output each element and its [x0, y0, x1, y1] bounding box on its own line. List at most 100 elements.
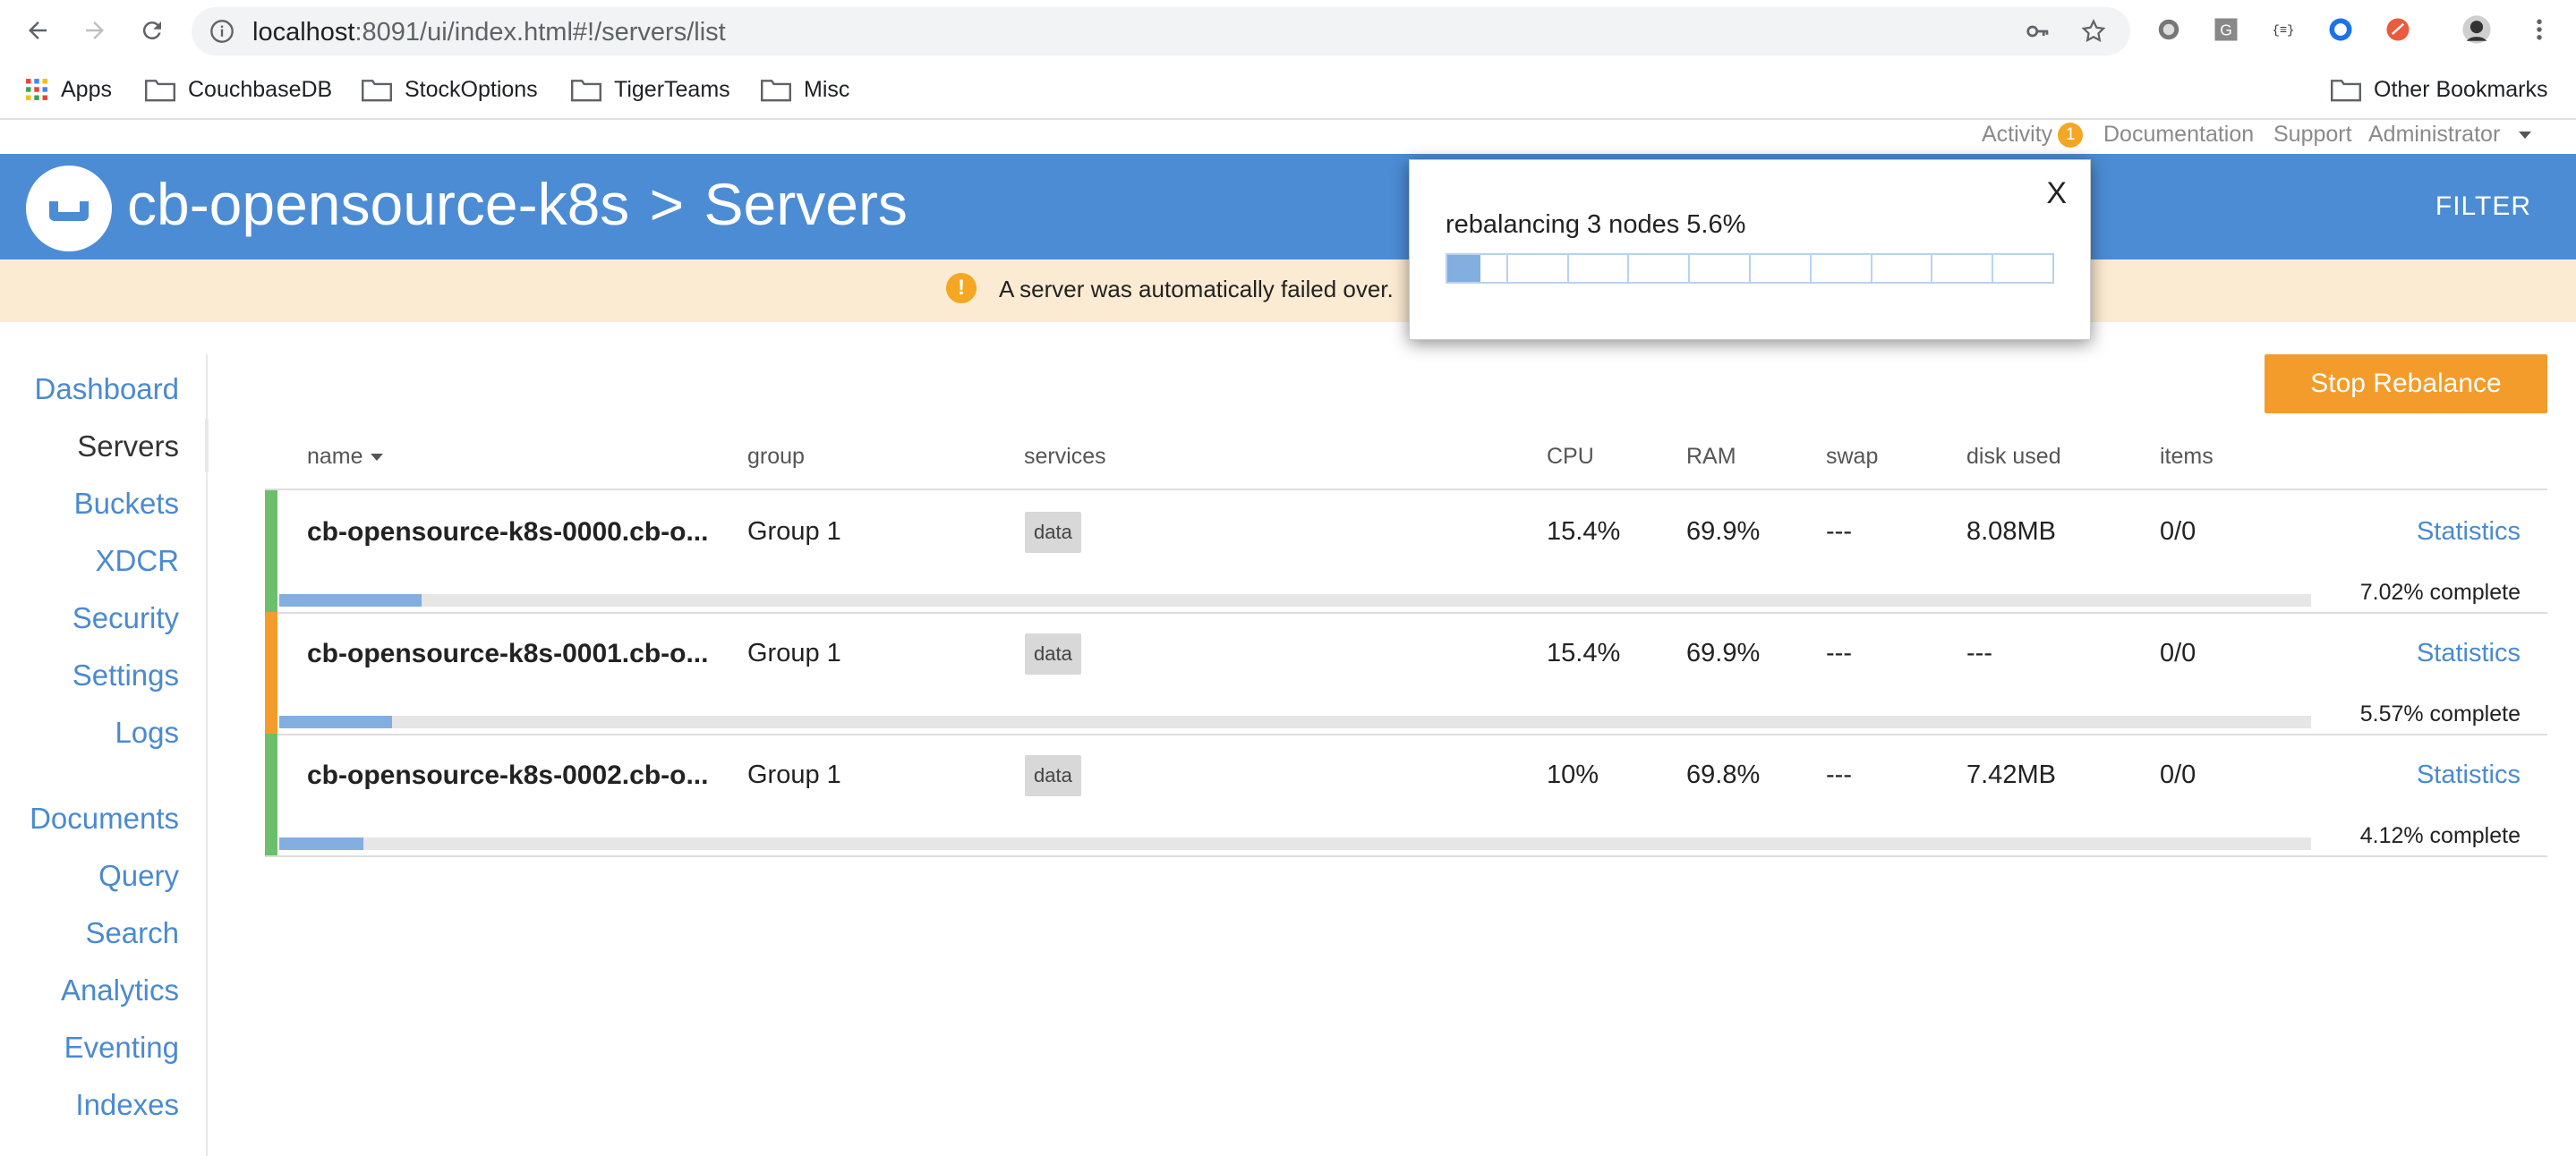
node-status-indicator — [265, 490, 277, 612]
warning-icon: ! — [946, 273, 977, 303]
star-bookmark-icon[interactable] — [2080, 18, 2107, 45]
server-cpu: 15.4% — [1547, 517, 1621, 546]
sidebar-item-logs[interactable]: Logs — [115, 716, 179, 750]
documentation-label: Documentation — [2103, 122, 2255, 147]
progress-segment — [1629, 255, 1691, 282]
sidebar-item-buckets[interactable]: Buckets — [74, 487, 179, 521]
admin-menu[interactable]: Administrator — [2368, 122, 2532, 154]
server-items: 0/0 — [2160, 517, 2196, 546]
couchbase-logo[interactable] — [26, 166, 112, 251]
bookmark-tigerteams[interactable]: TigerTeams — [571, 73, 730, 106]
column-header-ram[interactable]: RAM — [1686, 444, 1736, 470]
cluster-name[interactable]: cb-opensource-k8s — [127, 171, 629, 237]
activity-link[interactable]: Activity 1 — [1982, 122, 2084, 154]
sidebar-item-xdcr[interactable]: XDCR — [95, 544, 179, 578]
column-header-services[interactable]: services — [1024, 444, 1106, 470]
server-items: 0/0 — [2160, 761, 2196, 789]
server-row[interactable]: cb-opensource-k8s-0001.cb-o... Group 1 d… — [265, 612, 2547, 735]
bookmark-label: Apps — [61, 76, 112, 102]
bookmark-apps[interactable]: Apps — [25, 73, 112, 106]
browser-toolbar: localhost:8091/ui/index.html#!/servers/l… — [0, 0, 2576, 61]
sidebar-item-documents[interactable]: Documents — [30, 802, 179, 836]
statistics-link[interactable]: Statistics — [2417, 639, 2521, 668]
stop-rebalance-button[interactable]: Stop Rebalance — [2265, 354, 2547, 413]
browser-menu-icon[interactable] — [2524, 14, 2555, 45]
column-header-items[interactable]: items — [2160, 444, 2213, 470]
json-extension-icon[interactable]: {≡} — [2268, 14, 2299, 45]
blue-circle-extension-icon[interactable] — [2325, 14, 2356, 45]
red-extension-icon[interactable] — [2383, 14, 2413, 45]
rebalance-progress-bar — [279, 594, 2311, 607]
sidebar: Dashboard Servers Buckets XDCR Security … — [0, 354, 209, 1156]
sidebar-item-indexes[interactable]: Indexes — [75, 1088, 179, 1122]
other-bookmarks[interactable]: Other Bookmarks — [2331, 73, 2548, 106]
folder-icon — [571, 80, 601, 102]
statistics-link[interactable]: Statistics — [2417, 761, 2521, 790]
progress-segment — [1993, 255, 2052, 282]
alert-text: A server was automatically failed over. — [999, 276, 1394, 302]
site-info-icon[interactable] — [209, 19, 235, 44]
rebalance-progress-fill — [279, 594, 422, 607]
rebalance-progress-fill — [279, 837, 363, 850]
server-swap: --- — [1826, 639, 1852, 667]
filter-button[interactable]: FILTER — [2435, 191, 2531, 222]
chevron-down-icon — [2519, 132, 2532, 139]
back-arrow-icon[interactable] — [20, 13, 55, 48]
bookmarks-bar: Apps CouchbaseDB StockOptions TigerTeams… — [0, 63, 2576, 120]
progress-segment — [1508, 255, 1569, 282]
activity-label: Activity — [1982, 122, 2053, 147]
sidebar-item-dashboard[interactable]: Dashboard — [35, 372, 179, 406]
sidebar-item-search[interactable]: Search — [85, 916, 179, 950]
support-label: Support — [2273, 122, 2352, 147]
server-row[interactable]: cb-opensource-k8s-0002.cb-o... Group 1 d… — [265, 734, 2547, 857]
folder-icon — [362, 80, 392, 102]
grammarly-extension-icon[interactable]: G — [2211, 14, 2241, 45]
progress-segment-fill — [1447, 255, 1480, 282]
address-bar[interactable]: localhost:8091/ui/index.html#!/servers/l… — [192, 7, 2130, 55]
failover-alert: ! A server was automatically failed over… — [0, 259, 2576, 322]
admin-label: Administrator — [2368, 122, 2501, 147]
documentation-link[interactable]: Documentation — [2103, 122, 2254, 154]
server-group: Group 1 — [747, 761, 841, 789]
server-row[interactable]: cb-opensource-k8s-0000.cb-o... Group 1 d… — [265, 490, 2547, 614]
column-header-disk-used[interactable]: disk used — [1966, 444, 2061, 470]
extension-circle-icon[interactable] — [2154, 14, 2184, 45]
bookmark-misc[interactable]: Misc — [761, 73, 849, 106]
folder-icon — [761, 80, 791, 102]
server-group: Group 1 — [747, 517, 841, 546]
overall-rebalance-progress-bar — [1446, 253, 2054, 284]
progress-segment — [1932, 255, 1994, 282]
url-text[interactable]: localhost:8091/ui/index.html#!/servers/l… — [252, 18, 726, 47]
folder-icon — [145, 80, 175, 102]
column-header-name[interactable]: name — [307, 444, 383, 470]
progress-segment — [1872, 255, 1933, 282]
bookmark-label: Misc — [804, 76, 850, 102]
sidebar-item-settings[interactable]: Settings — [73, 659, 179, 693]
column-header-cpu[interactable]: CPU — [1547, 444, 1594, 470]
column-header-group[interactable]: group — [747, 444, 805, 470]
bookmark-couchbasedb[interactable]: CouchbaseDB — [145, 73, 332, 106]
sidebar-item-query[interactable]: Query — [98, 859, 179, 893]
rebalance-progress-dialog: X rebalancing 3 nodes 5.6% — [1409, 159, 2091, 340]
key-icon[interactable] — [2025, 18, 2051, 45]
close-dialog-button[interactable]: X — [2046, 176, 2067, 211]
bookmark-label: StockOptions — [405, 76, 538, 102]
node-status-indicator — [265, 612, 277, 734]
sidebar-item-servers[interactable]: Servers — [77, 429, 179, 463]
server-cpu: 15.4% — [1547, 639, 1621, 667]
sidebar-item-analytics[interactable]: Analytics — [61, 973, 179, 1007]
service-tag: data — [1025, 512, 1081, 553]
svg-text:{≡}: {≡} — [2273, 24, 2295, 38]
forward-arrow-icon[interactable] — [77, 13, 113, 48]
reload-icon[interactable] — [134, 13, 170, 48]
support-link[interactable]: Support — [2273, 122, 2352, 154]
server-ram: 69.8% — [1686, 761, 1761, 789]
server-swap: --- — [1826, 761, 1852, 789]
breadcrumb-separator: > — [649, 171, 685, 237]
statistics-link[interactable]: Statistics — [2417, 517, 2521, 547]
sidebar-item-security[interactable]: Security — [73, 601, 179, 635]
profile-avatar-icon[interactable] — [2461, 14, 2492, 45]
bookmark-stockoptions[interactable]: StockOptions — [362, 73, 538, 106]
sidebar-item-eventing[interactable]: Eventing — [64, 1031, 179, 1065]
column-header-swap[interactable]: swap — [1826, 444, 1878, 470]
